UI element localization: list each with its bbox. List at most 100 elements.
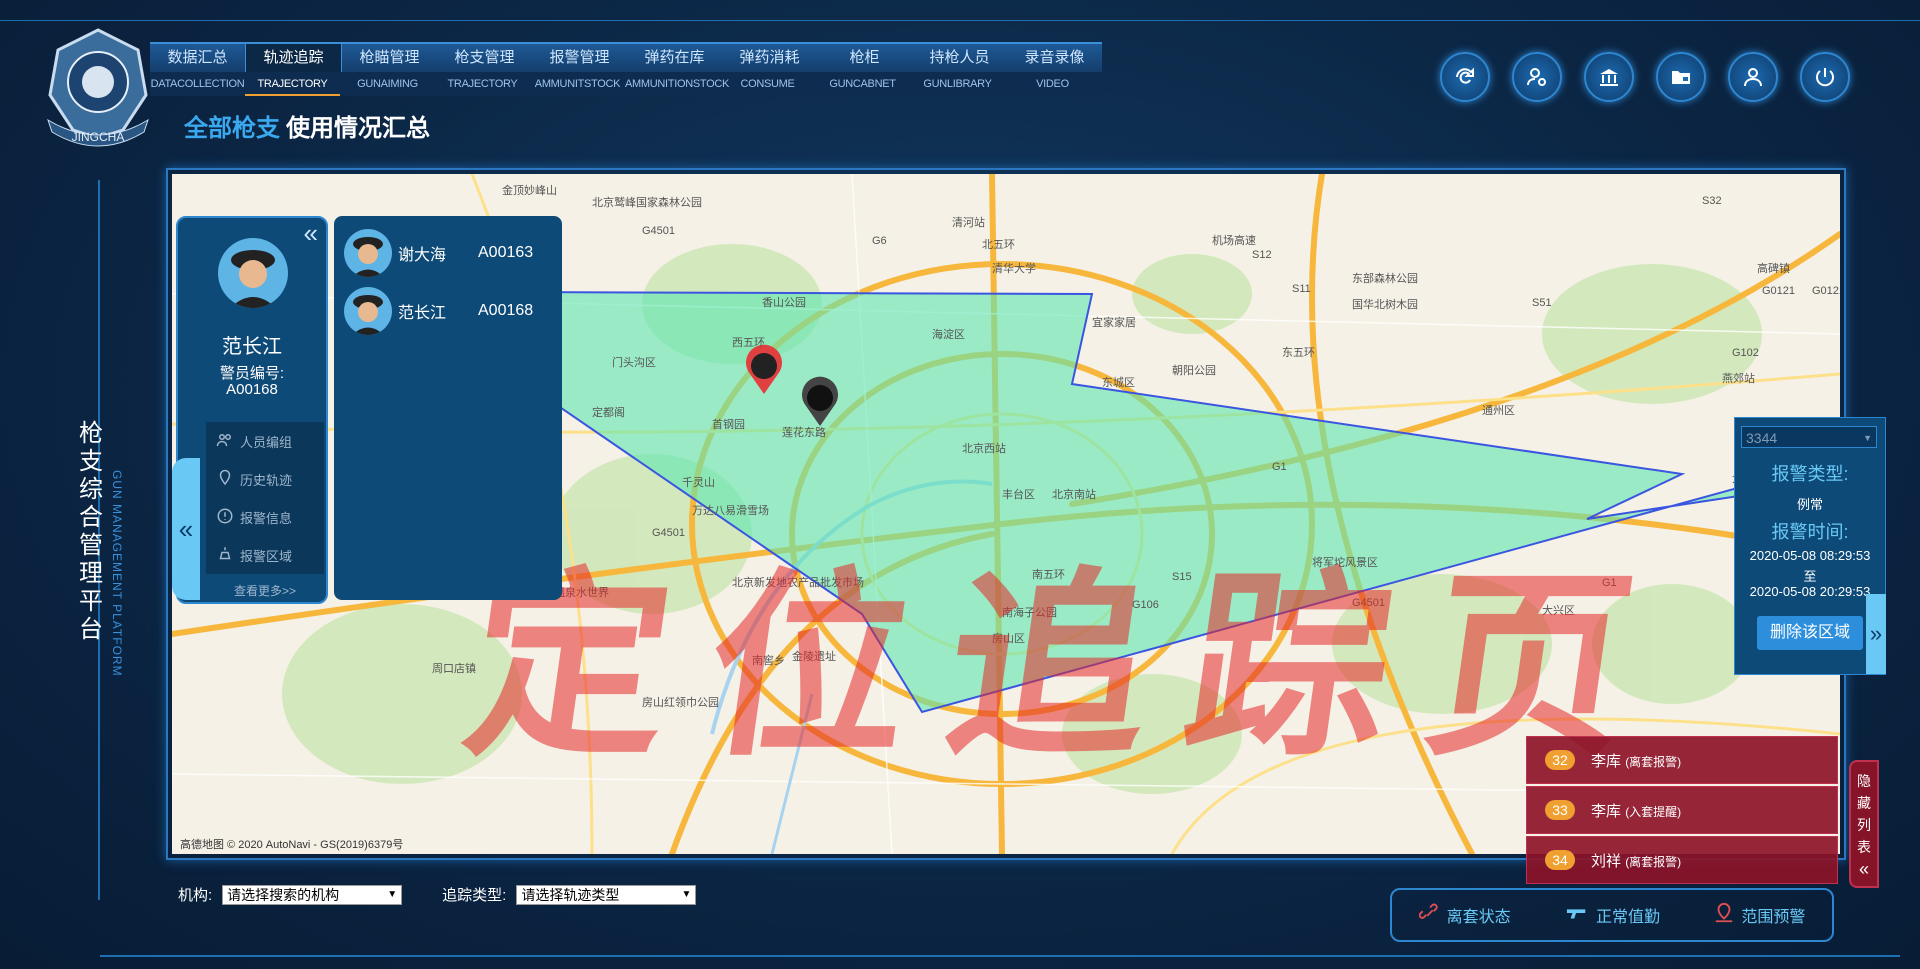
map-label: 海淀区 (932, 327, 965, 341)
alert-text: 李库 (离套报警) (1591, 750, 1681, 771)
map-label: 北京南站 (1052, 487, 1096, 501)
legend-label: 离套状态 (1446, 909, 1511, 926)
legend-item[interactable]: 范围预警 (1713, 902, 1805, 929)
chevron-down-icon: ▼ (681, 888, 692, 900)
nav-tab[interactable]: 录音录像 (1007, 44, 1102, 72)
side-title: 枪支综合管理平台 (79, 420, 103, 643)
officer-menu: 人员编组历史轨迹报警信息 报警区域查看更多>> (206, 422, 324, 599)
view-more-link[interactable]: 查看更多>> (206, 582, 324, 599)
hide-list-label: 隐藏列表 (1857, 773, 1871, 855)
collapse-left-icon[interactable]: « (304, 218, 318, 249)
nav-tab-sub[interactable]: TRAJECTORY (245, 72, 340, 96)
nav-tab-sub[interactable]: AMMUNITSTOCK (530, 72, 625, 96)
alarm-time-end: 2020-05-08 20:29:53 (1749, 584, 1871, 599)
svg-text:JINGCHA: JINGCHA (72, 130, 125, 144)
track-type-select-value: 请选择轨迹类型 (521, 886, 620, 903)
map-label: 东五环 (1282, 346, 1315, 359)
avatar (218, 238, 288, 308)
top-icon-bar (1440, 52, 1850, 102)
map-label: 莲花东路 (782, 426, 826, 439)
nav-tab-sub[interactable]: AMMUNITIONSTOCK (625, 72, 729, 96)
map-label: G1 (1272, 461, 1287, 473)
legend-label: 范围预警 (1741, 909, 1806, 926)
map-label: 燕郊站 (1722, 371, 1755, 385)
officer-menu-label: 人员编组 (240, 434, 293, 450)
map-label: G102 (1732, 347, 1759, 359)
alert-number-badge: 34 (1545, 850, 1575, 870)
nav-tab[interactable]: 持枪人员 (912, 44, 1007, 72)
nav-tab-sub[interactable]: GUNAIMING (340, 72, 435, 96)
nav-tab[interactable]: 弹药在库 (627, 44, 722, 72)
nav-tab-sub[interactable]: TRAJECTORY (435, 72, 530, 96)
legend-item[interactable]: 正常值勤 (1564, 902, 1660, 929)
user-icon[interactable] (1728, 52, 1778, 102)
map-label: 宜家家居 (1092, 315, 1136, 329)
list-item-name: 谢大海 (398, 247, 447, 264)
expand-right-icon[interactable]: » (1866, 594, 1886, 674)
nav-tab-sub[interactable]: VIDEO (1005, 72, 1100, 96)
map-label: S11 (1292, 283, 1311, 295)
org-select[interactable]: 请选择搜索的机构 ▼ (222, 884, 403, 905)
officer-menu-item[interactable]: 报警区域 (206, 536, 324, 574)
area-select-value: 3344 (1746, 430, 1778, 446)
officer-menu-item[interactable]: 历史轨迹 (206, 460, 324, 498)
folder-lock-icon[interactable] (1656, 52, 1706, 102)
alert-text: 李库 (入套提醒) (1591, 800, 1681, 821)
area-select[interactable]: 3344 ▼ (1741, 426, 1877, 448)
list-item[interactable]: 谢大海 A00163 (344, 226, 554, 280)
nav-tab[interactable]: 枪支管理 (437, 44, 532, 72)
nav-tab-sub[interactable]: GUNCABNET (815, 72, 910, 96)
nav-tab[interactable]: 轨迹追踪 (245, 44, 342, 72)
map-label: G6 (872, 235, 887, 247)
track-type-select[interactable]: 请选择轨迹类型 ▼ (516, 884, 697, 905)
avatar (344, 229, 392, 277)
left-expand-icon[interactable]: « (172, 458, 200, 600)
map-label: 东城区 (1102, 376, 1135, 389)
nav-tab-sub[interactable]: DATACOLLECTION (150, 72, 245, 96)
refresh-icon[interactable] (1440, 52, 1490, 102)
map-label: 千灵山 (682, 476, 715, 489)
hide-list-button[interactable]: 隐藏列表 « (1849, 760, 1879, 888)
map-attribution: 高德地图 © 2020 AutoNavi - GS(2019)6379号 (180, 837, 403, 851)
alert-status: (离套报警) (1625, 854, 1682, 869)
nav-tab[interactable]: 枪瞄管理 (342, 44, 437, 72)
alert-item[interactable]: 33 李库 (入套提醒) (1526, 786, 1838, 834)
nav-tab[interactable]: 枪柜 (817, 44, 912, 72)
gun-icon (1564, 902, 1590, 929)
map-label: G0121 (1762, 285, 1795, 297)
alert-text: 刘祥 (离套报警) (1591, 850, 1681, 871)
police-logo: JINGCHA (28, 20, 168, 150)
user-settings-icon[interactable] (1512, 52, 1562, 102)
map-label: 通州区 (1482, 404, 1515, 417)
nav-tab[interactable]: 弹药消耗 (722, 44, 817, 72)
list-item[interactable]: 范长江 A00168 (344, 284, 554, 338)
map-label: 高碑镇 (1757, 261, 1790, 275)
officer-menu-item[interactable]: 报警信息 (206, 498, 324, 536)
map-label: 清河站 (952, 215, 985, 229)
nav-tab[interactable]: 报警管理 (532, 44, 627, 72)
officer-name: 范长江 (222, 336, 282, 358)
power-icon[interactable] (1800, 52, 1850, 102)
officer-id-label: 警员编号: (219, 365, 285, 382)
nav-tab[interactable]: 数据汇总 (150, 44, 245, 72)
range-icon (1713, 902, 1735, 929)
nav-tab-sub[interactable]: GUNLIBRARY (910, 72, 1005, 96)
nav-tab-sub[interactable]: CONSUME (720, 72, 815, 96)
alert-person: 李库 (1591, 752, 1622, 770)
page-title-highlight: 全部枪支 (184, 115, 280, 142)
map-label: G4501 (642, 225, 675, 237)
legend-item[interactable]: 离套状态 (1418, 902, 1511, 929)
officer-menu-item[interactable]: 人员编组 (206, 422, 324, 460)
map-label: S51 (1532, 297, 1552, 309)
map-label: 北京西站 (962, 441, 1006, 455)
bank-icon[interactable] (1584, 52, 1634, 102)
alert-item[interactable]: 32 李库 (离套报警) (1526, 736, 1838, 784)
watermark: 定位追踪页 (453, 556, 1686, 779)
officer-menu-label: 历史轨迹 (240, 472, 293, 488)
group-icon (216, 431, 234, 452)
location-icon (216, 469, 234, 490)
org-label: 机构: (178, 887, 213, 904)
delete-area-button[interactable]: 删除该区域 (1757, 616, 1863, 650)
alert-item[interactable]: 34 刘祥 (离套报警) (1526, 836, 1838, 884)
chevron-down-icon: ▼ (387, 888, 398, 900)
